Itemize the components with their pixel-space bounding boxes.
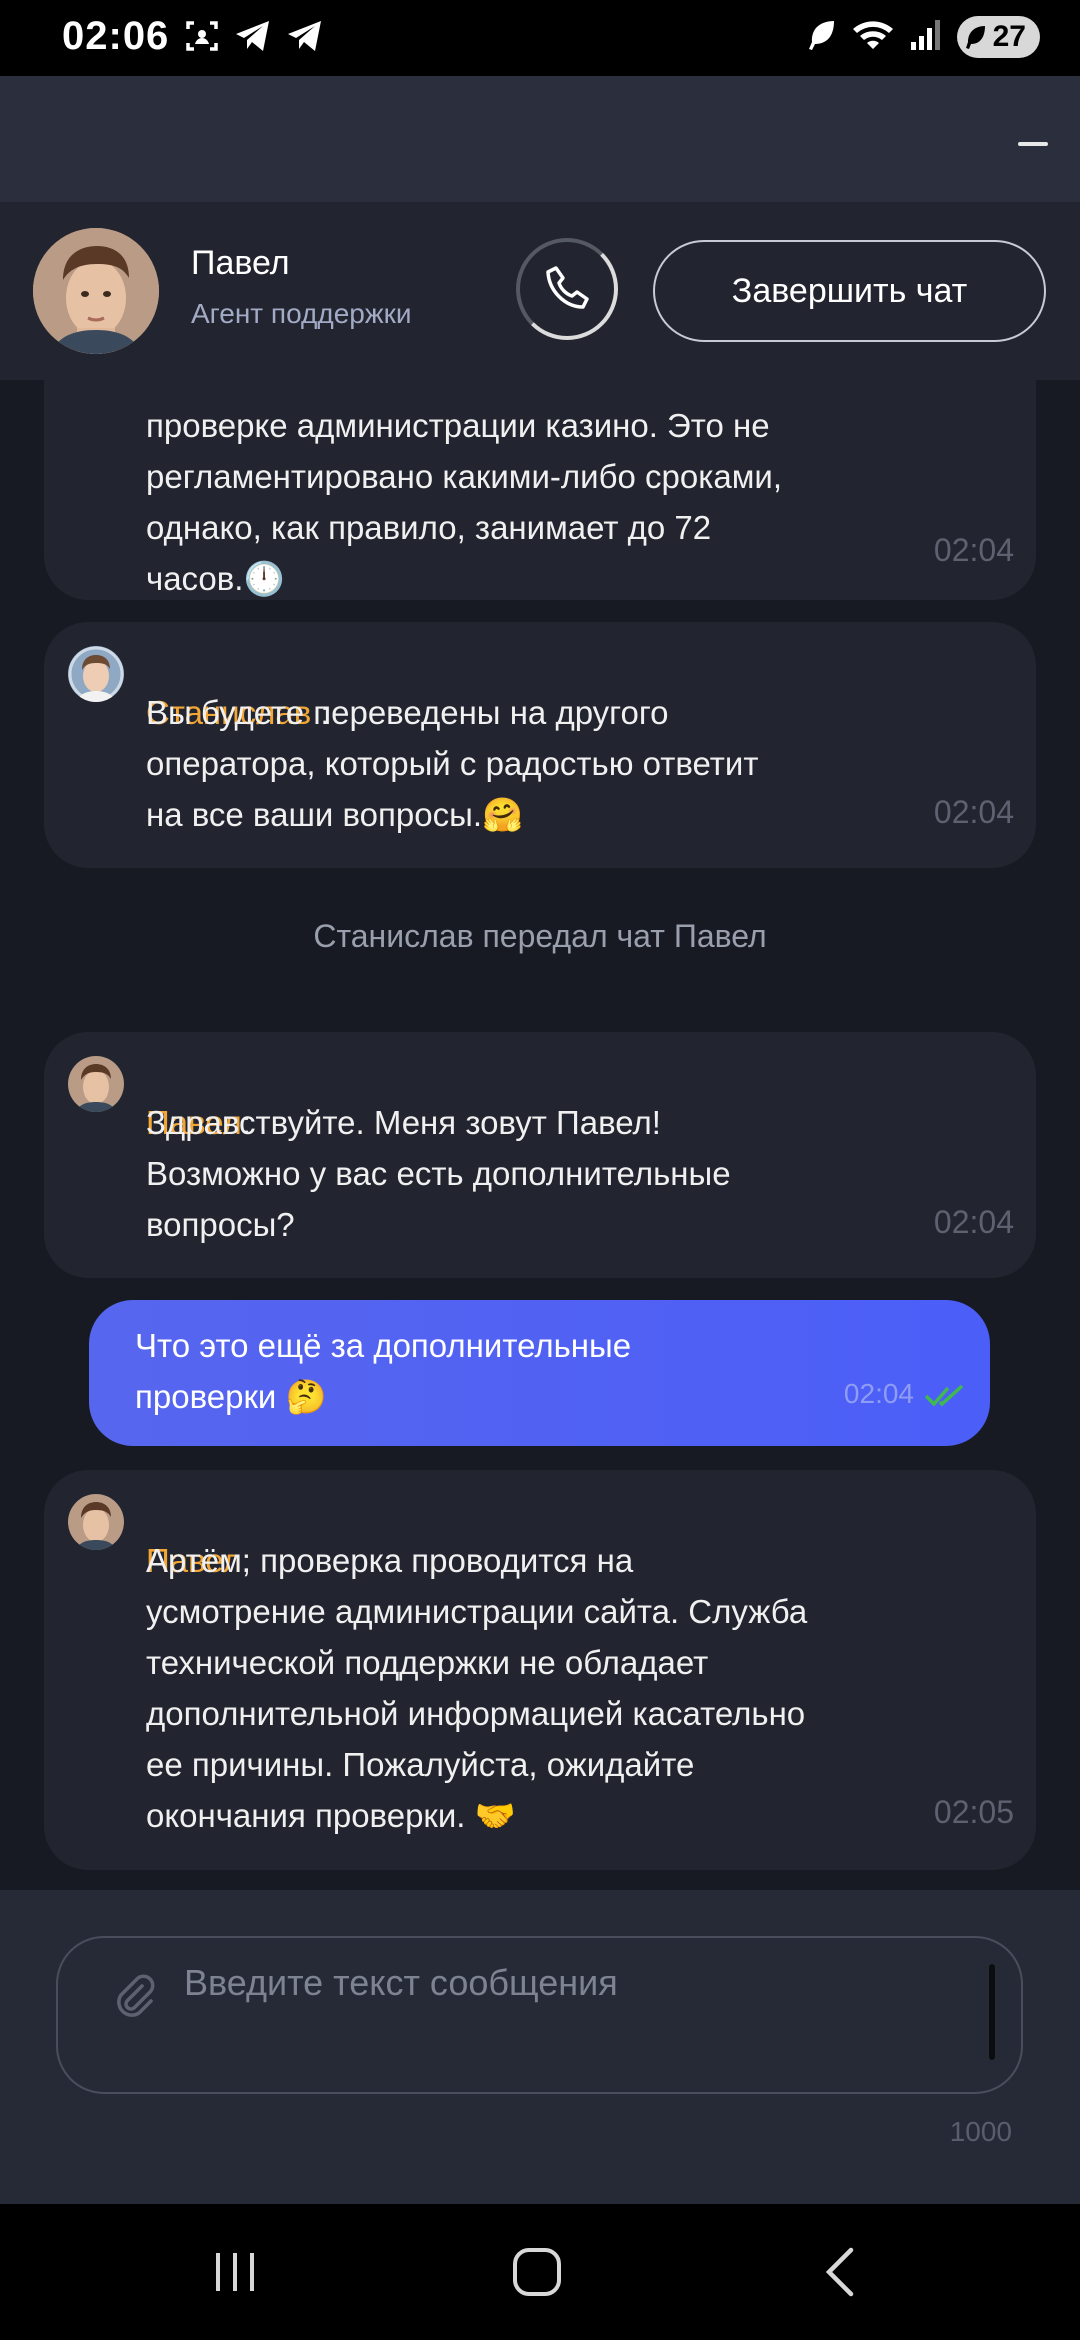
sender-avatar	[68, 1056, 124, 1112]
status-time: 02:06	[62, 14, 170, 58]
agent-role: Агент поддержки	[191, 298, 412, 329]
wifi-icon	[851, 18, 895, 57]
incoming-message: Павел: Здравствуйте. Меня зовут Павел! В…	[44, 1032, 1036, 1278]
battery-level: 27	[992, 20, 1026, 53]
minimize-icon[interactable]	[1018, 142, 1048, 146]
message-text: Артём, проверка проводится на усмотрение…	[146, 1542, 808, 1834]
telegram-icon	[234, 19, 272, 58]
message-text: Вы будете переведены на другого оператор…	[146, 694, 759, 833]
telegram-icon	[286, 19, 324, 58]
end-chat-button[interactable]: Завершить чат	[653, 240, 1046, 342]
chat-messages[interactable]: проверке администрации казино. Это не ре…	[0, 380, 1080, 1890]
message-composer: Введите текст сообщения 1000	[0, 1890, 1080, 2204]
back-icon[interactable]	[806, 2240, 876, 2304]
paperclip-icon[interactable]	[112, 1974, 156, 2023]
message-time: 02:04	[933, 794, 1014, 830]
input-scrollbar[interactable]	[989, 1964, 995, 2060]
sender-avatar	[68, 646, 124, 702]
char-limit: 1000	[949, 2116, 1012, 2147]
incoming-message: проверке администрации казино. Это не ре…	[44, 380, 1036, 600]
system-nav-bar	[0, 2204, 1080, 2340]
double-check-icon	[924, 1384, 968, 1413]
home-icon[interactable]	[502, 2240, 572, 2304]
agent-name: Павел	[191, 244, 290, 282]
status-system-icons: 27	[807, 16, 1040, 58]
recent-apps-icon[interactable]	[200, 2240, 270, 2304]
sender-avatar	[68, 1494, 124, 1550]
call-button[interactable]	[516, 238, 618, 340]
leaf-icon	[807, 18, 837, 57]
signal-icon	[909, 18, 943, 57]
battery-indicator: 27	[956, 16, 1040, 58]
agent-header: Павел Агент поддержки Завершить чат	[0, 202, 1080, 380]
agent-avatar	[33, 228, 159, 354]
message-time: 02:04	[933, 532, 1014, 568]
phone-icon	[546, 266, 589, 309]
message-time: 02:05	[933, 1794, 1014, 1830]
status-notification-icons	[184, 18, 324, 59]
message-text: Здравствуйте. Меня зовут Павел! Возможно…	[146, 1104, 731, 1243]
message-time: 02:04	[843, 1378, 914, 1409]
message-text: проверке администрации казино. Это не ре…	[146, 407, 783, 597]
status-bar: 02:06 27	[0, 0, 1080, 76]
screenshot-icon	[184, 18, 220, 59]
message-text: Что это ещё за дополнительные проверки 🤔	[135, 1327, 632, 1415]
input-placeholder: Введите текст сообщения	[184, 1962, 618, 2003]
incoming-message: Станислав : Вы будете переведены на друг…	[44, 622, 1036, 868]
incoming-message: Павел: Артём, проверка проводится на усм…	[44, 1470, 1036, 1870]
battery-icon	[965, 26, 985, 49]
system-message: Станислав передал чат Павел	[313, 918, 767, 954]
message-time: 02:04	[933, 1204, 1014, 1240]
widget-top-bar	[0, 76, 1080, 202]
outgoing-message: Что это ещё за дополнительные проверки 🤔…	[89, 1300, 990, 1446]
message-input[interactable]: Введите текст сообщения	[56, 1936, 1023, 2094]
